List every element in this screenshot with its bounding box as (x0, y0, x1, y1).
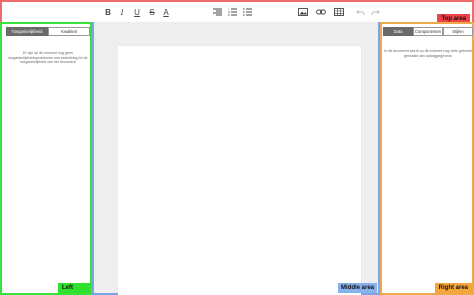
tab-styles[interactable]: Stijlen (443, 27, 473, 36)
table-icon[interactable] (333, 6, 345, 18)
tab-quality[interactable]: Kwaliteit (48, 27, 90, 36)
align-icon[interactable] (211, 6, 223, 18)
right-panel-message: In dit document wordt op dit moment nog … (384, 49, 472, 58)
redo-icon[interactable] (369, 6, 381, 18)
right-panel-tabs: Data Componenten Stijlen (383, 27, 473, 36)
bullet-list-icon[interactable] (241, 6, 253, 18)
left-area: Toegankelijkheid Kwaliteit Er zijn op di… (0, 22, 92, 295)
bold-icon[interactable]: B (102, 6, 114, 18)
link-icon[interactable] (315, 6, 327, 18)
image-icon[interactable] (297, 6, 309, 18)
middle-area: Middle area (92, 22, 380, 295)
italic-icon[interactable]: I (116, 6, 128, 18)
left-panel-tabs: Toegankelijkheid Kwaliteit (6, 27, 90, 36)
formatting-toolbar: B I U S A (2, 2, 472, 22)
tab-accessibility[interactable]: Toegankelijkheid (6, 27, 48, 36)
undo-icon[interactable] (354, 6, 366, 18)
right-area: Data Componenten Stijlen In dit document… (380, 22, 474, 295)
tab-components[interactable]: Componenten (413, 27, 443, 36)
middle-area-label: Middle area (337, 283, 377, 293)
text-color-icon[interactable]: A (160, 6, 172, 18)
tab-data[interactable]: Data (383, 27, 413, 36)
top-area: B I U S A Top area (0, 0, 474, 25)
strikethrough-icon[interactable]: S (146, 6, 158, 18)
left-area-label: Left area (58, 283, 90, 293)
ordered-list-icon[interactable] (226, 6, 238, 18)
right-area-label: Right area (434, 283, 472, 293)
left-panel-message: Er zijn op dit moment nog geen toegankel… (8, 51, 88, 65)
underline-icon[interactable]: U (131, 6, 143, 18)
document-page[interactable] (118, 46, 361, 295)
